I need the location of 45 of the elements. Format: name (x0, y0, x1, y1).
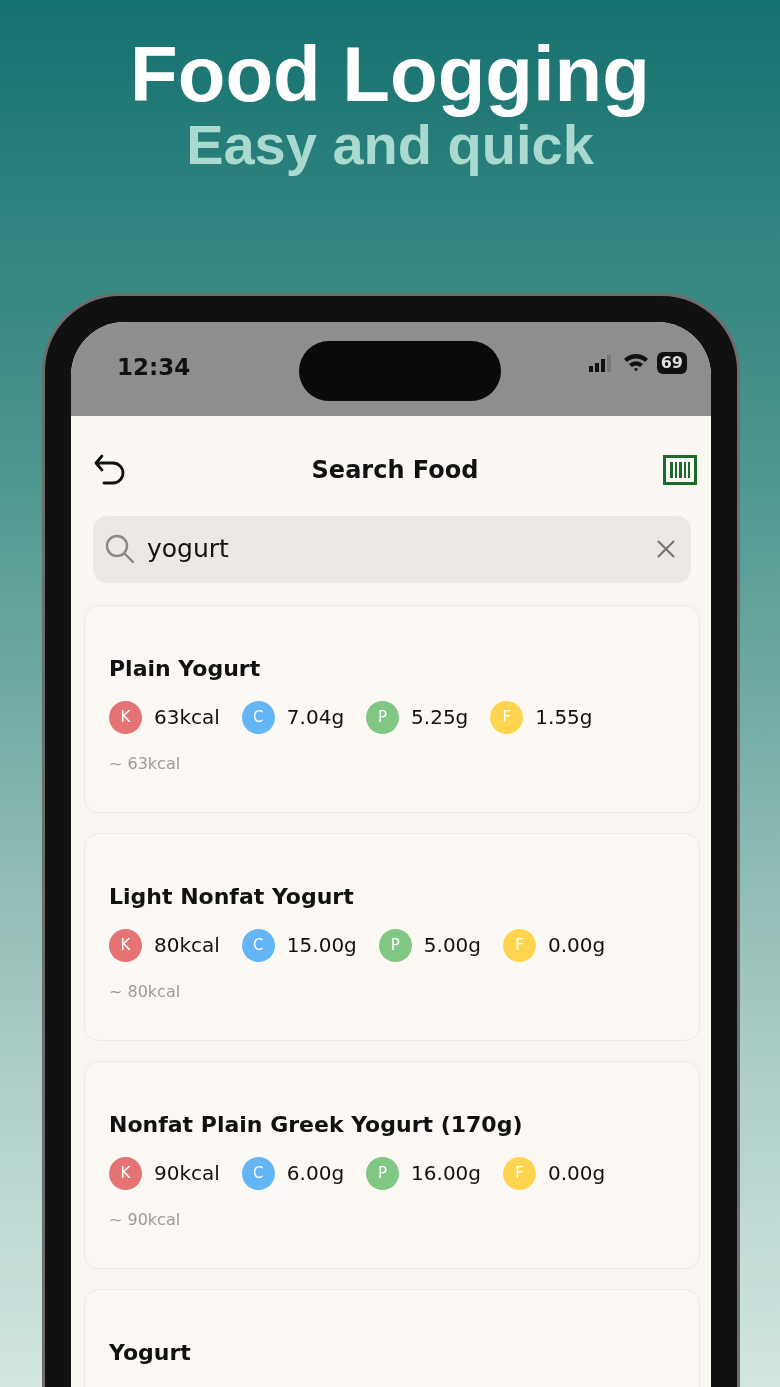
food-name: Yogurt (109, 1338, 192, 1367)
nutrient-value: 5.25g (411, 704, 469, 732)
search-field[interactable]: yogurt (93, 515, 691, 583)
nutrient-marker: K (109, 928, 142, 962)
nutrient-value: 63kcal (154, 704, 220, 732)
nutrient-value: 7.04g (286, 704, 345, 732)
food-name: Light Nonfat Yogurt (109, 882, 355, 911)
nutrient-marker: F (503, 1156, 537, 1190)
status-time: 12:34 (117, 352, 191, 382)
nutrient-value: 16.00g (411, 1160, 482, 1188)
search-icon (105, 534, 135, 565)
nutrient-marker: F (490, 700, 524, 734)
food-card[interactable]: Light Nonfat Yogurt K 80kcal C 15.00g P 5.00g F 0.00g ~ 80kcal (84, 832, 700, 1041)
nutrient-value: 80kcal (154, 932, 220, 960)
food-card[interactable]: Nonfat Plain Greek Yogurt (170g) K 90kcal C 6.00g P 16.00g F 0.00g ~ 90kcal (84, 1060, 700, 1269)
nutrient-marker: P (366, 700, 400, 734)
headline: Food Logging (130, 34, 650, 116)
nutrient-value: 0.00g (548, 932, 606, 960)
nutrient-marker: C (241, 928, 275, 962)
food-card[interactable]: Yogurt (84, 1288, 700, 1387)
nutrient-marker: P (366, 1156, 400, 1190)
screen-title: Search Food (311, 454, 479, 486)
back-icon[interactable] (93, 452, 127, 487)
clear-icon[interactable] (657, 540, 675, 559)
nutrient-marker: F (503, 928, 537, 962)
battery-level: 69 (656, 351, 687, 374)
nutrient-marker: C (241, 1156, 275, 1190)
nutrient-value: 5.00g (423, 932, 482, 960)
wifi-icon (622, 353, 649, 373)
food-name: Nonfat Plain Greek Yogurt (170g) (109, 1110, 524, 1139)
nutrient-value: 15.00g (286, 932, 357, 960)
nutrient-value: 90kcal (154, 1160, 220, 1188)
nutrient-marker: K (109, 1156, 142, 1190)
calorie-summary: ~ 63kcal (109, 752, 182, 775)
nutrient-value: 0.00g (548, 1160, 606, 1188)
calorie-summary: ~ 90kcal (109, 1208, 182, 1231)
food-name: Plain Yogurt (109, 654, 262, 683)
nutrient-value: 6.00g (286, 1160, 345, 1188)
nutrient-marker: K (109, 700, 142, 734)
nutrient-marker: C (241, 700, 275, 734)
nutrient-marker: P (378, 928, 412, 962)
nutrient-value: 1.55g (535, 704, 593, 732)
food-card[interactable]: Plain Yogurt K 63kcal C 7.04g P 5.25g F 1.55g ~ 63kcal (84, 604, 700, 813)
barcode-icon[interactable] (663, 454, 697, 485)
calorie-summary: ~ 80kcal (109, 980, 182, 1003)
